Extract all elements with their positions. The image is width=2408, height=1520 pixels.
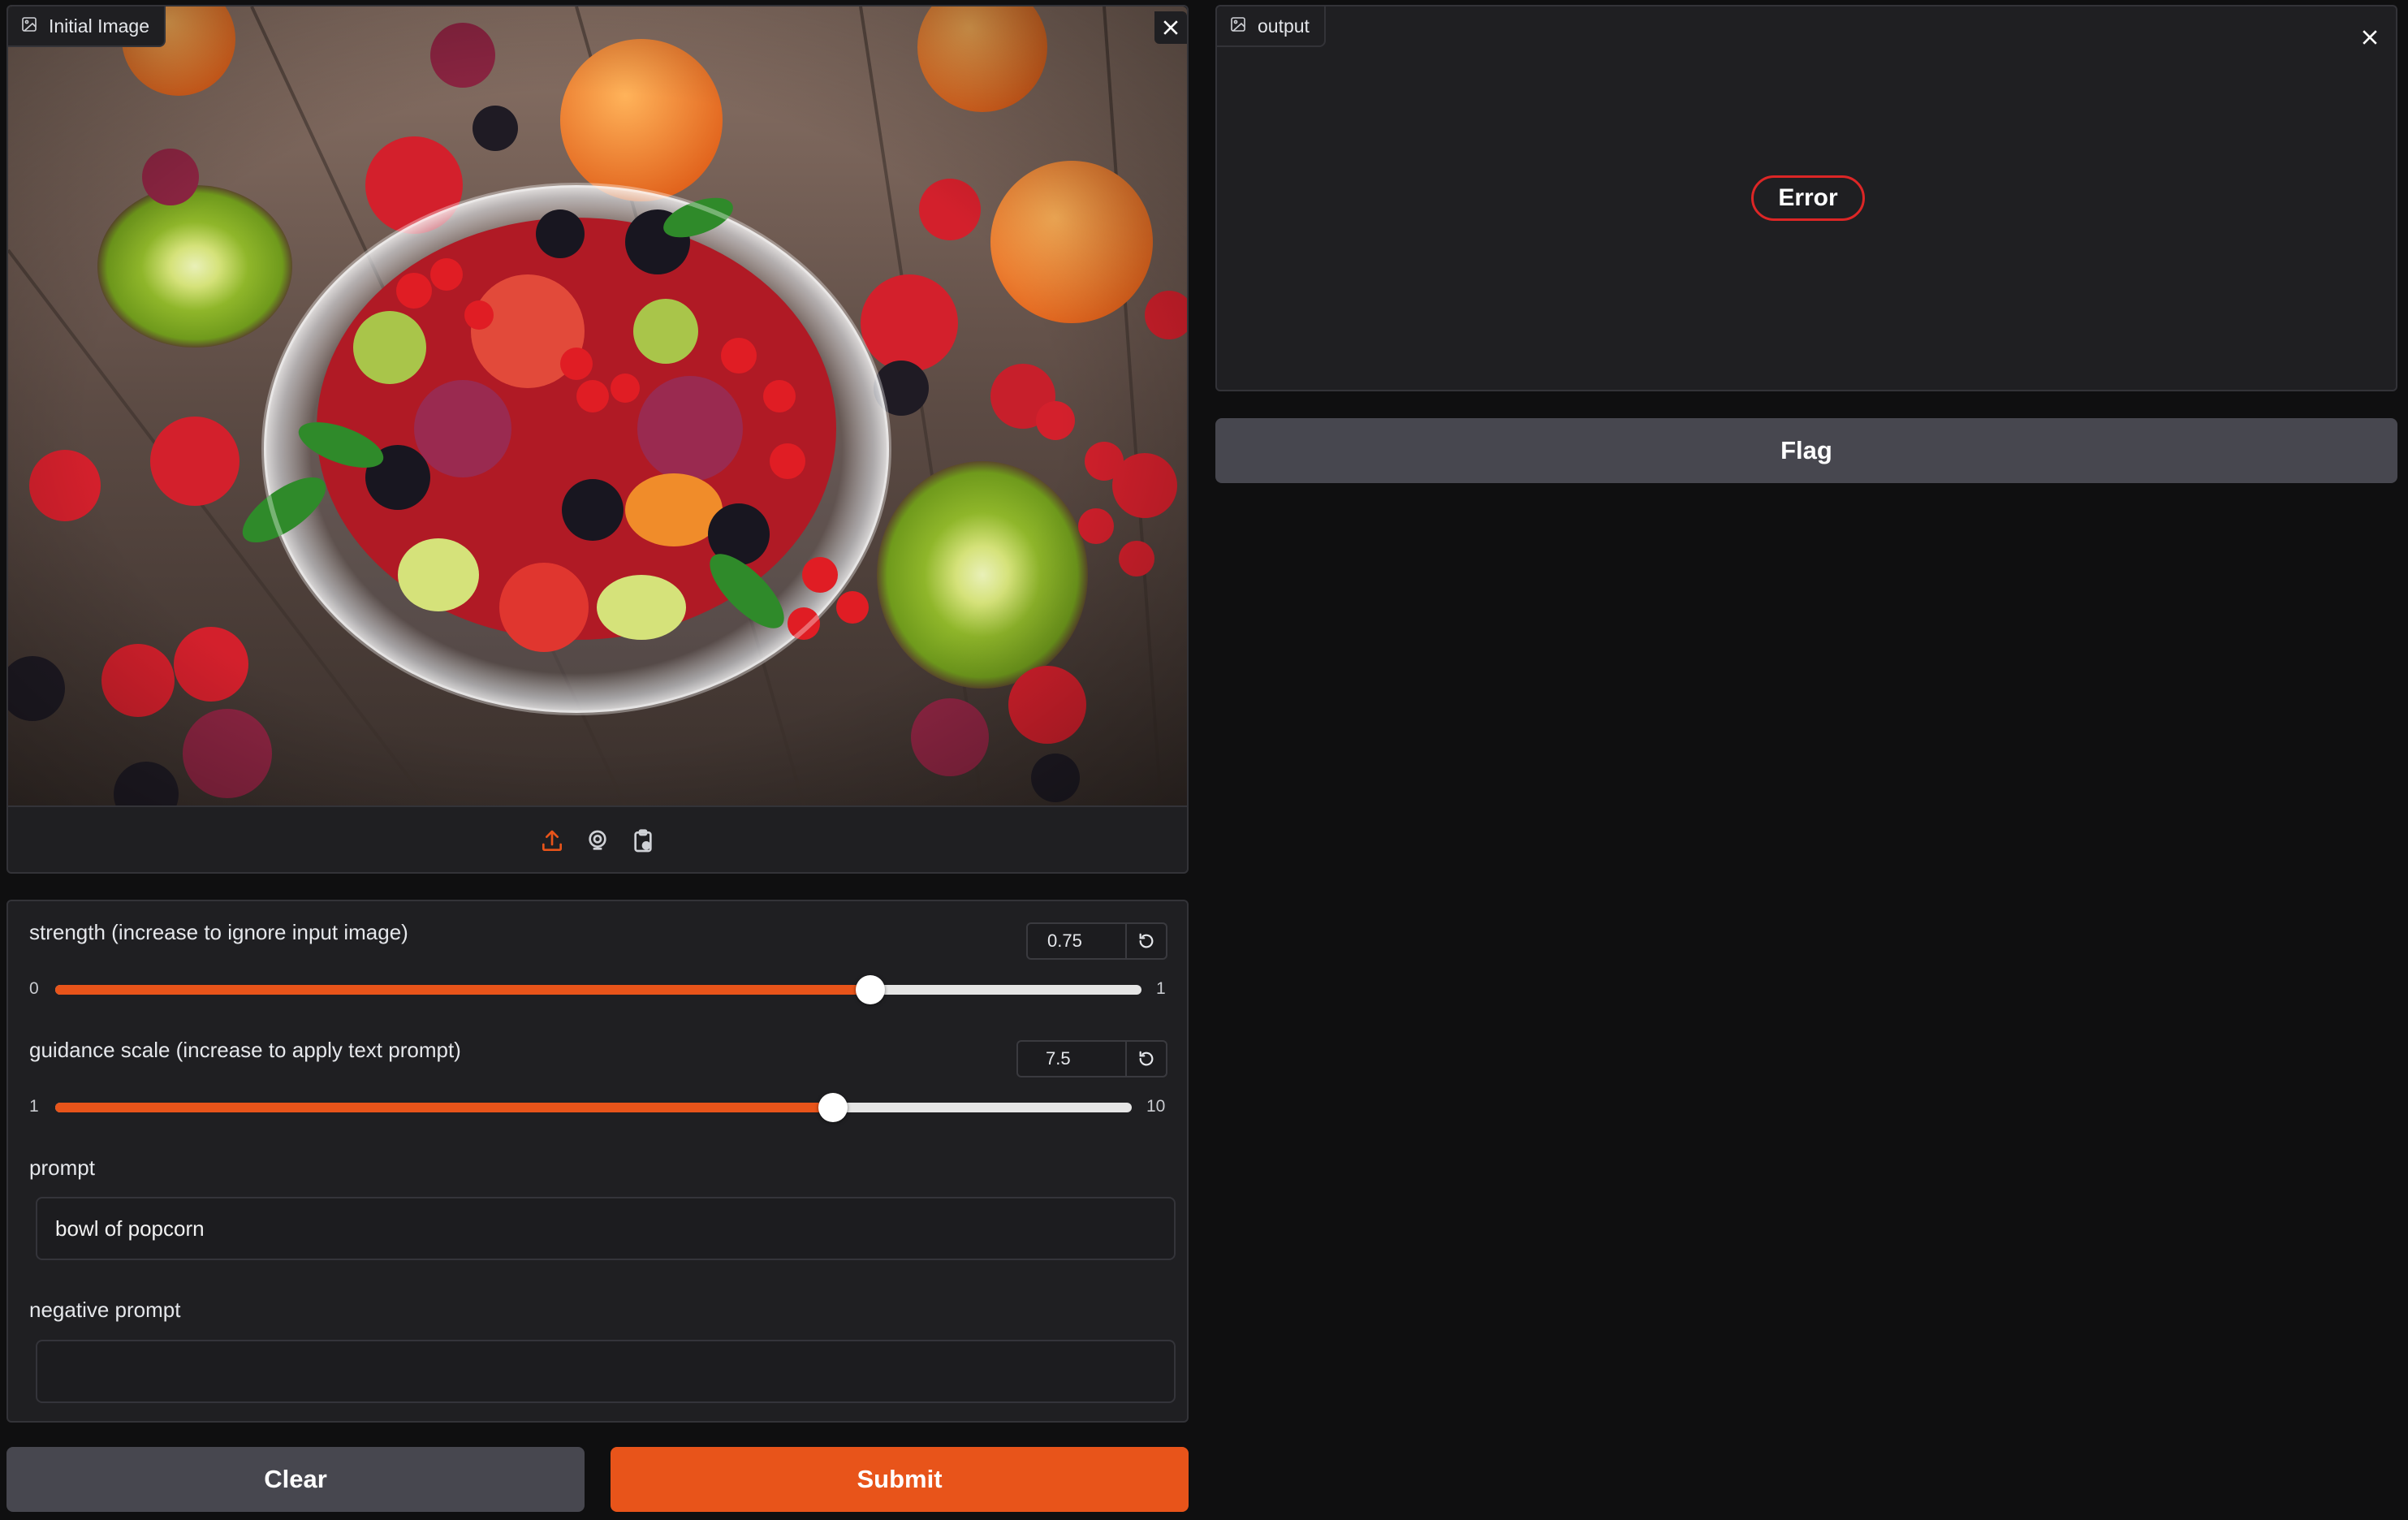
guidance-reset-button[interactable]	[1125, 1042, 1166, 1076]
strength-reset-button[interactable]	[1125, 924, 1166, 958]
strength-slider-fill	[55, 985, 870, 995]
guidance-max: 10	[1146, 1097, 1166, 1116]
error-badge: Error	[1751, 175, 1865, 221]
webcam-button[interactable]	[584, 827, 611, 855]
strength-input[interactable]	[1028, 924, 1125, 958]
close-icon	[2363, 30, 2377, 45]
output-panel: output Error	[1215, 5, 2397, 391]
clear-image-button[interactable]	[1154, 11, 1187, 44]
strength-number-box	[1026, 922, 1167, 960]
submit-button[interactable]: Submit	[611, 1447, 1189, 1512]
upload-button[interactable]	[538, 827, 566, 855]
clipboard-button[interactable]	[629, 827, 657, 855]
reset-icon	[1139, 1051, 1154, 1066]
reset-icon	[1139, 933, 1154, 948]
strength-min: 0	[29, 979, 39, 998]
guidance-slider-thumb[interactable]	[818, 1093, 848, 1122]
guidance-slider-fill	[55, 1103, 833, 1112]
fruit-bowl-photo	[8, 6, 1187, 805]
clear-button[interactable]: Clear	[6, 1447, 585, 1512]
guidance-min: 1	[29, 1097, 39, 1116]
flag-button[interactable]: Flag	[1215, 418, 2397, 483]
parameters-panel: strength (increase to ignore input image…	[6, 900, 1189, 1423]
guidance-slider[interactable]	[55, 1093, 1132, 1122]
guidance-label: guidance scale (increase to apply text p…	[29, 1038, 461, 1062]
upload-icon	[542, 830, 562, 851]
negative-prompt-input[interactable]	[36, 1340, 1176, 1403]
clear-output-button[interactable]	[2354, 21, 2386, 54]
prompt-input[interactable]: bowl of popcorn	[36, 1197, 1176, 1260]
input-image-tag: Initial Image	[8, 6, 166, 47]
output-label: output	[1258, 15, 1310, 37]
output-tag: output	[1217, 6, 1326, 47]
strength-max: 1	[1156, 979, 1166, 998]
negative-prompt-label: negative prompt	[29, 1298, 181, 1322]
guidance-number-box	[1016, 1040, 1167, 1077]
strength-slider[interactable]	[55, 975, 1141, 1004]
image-source-toolbar	[8, 805, 1187, 875]
input-image-label: Initial Image	[49, 15, 150, 37]
strength-label: strength (increase to ignore input image…	[29, 920, 408, 944]
close-icon	[1163, 20, 1178, 35]
image-icon	[1230, 15, 1246, 37]
guidance-input[interactable]	[1018, 1042, 1125, 1076]
clipboard-icon	[634, 829, 652, 853]
strength-slider-thumb[interactable]	[855, 975, 885, 1004]
webcam-icon	[589, 830, 606, 850]
input-image-panel: Initial Image	[6, 5, 1189, 874]
image-icon	[21, 15, 37, 37]
prompt-label: prompt	[29, 1155, 95, 1180]
